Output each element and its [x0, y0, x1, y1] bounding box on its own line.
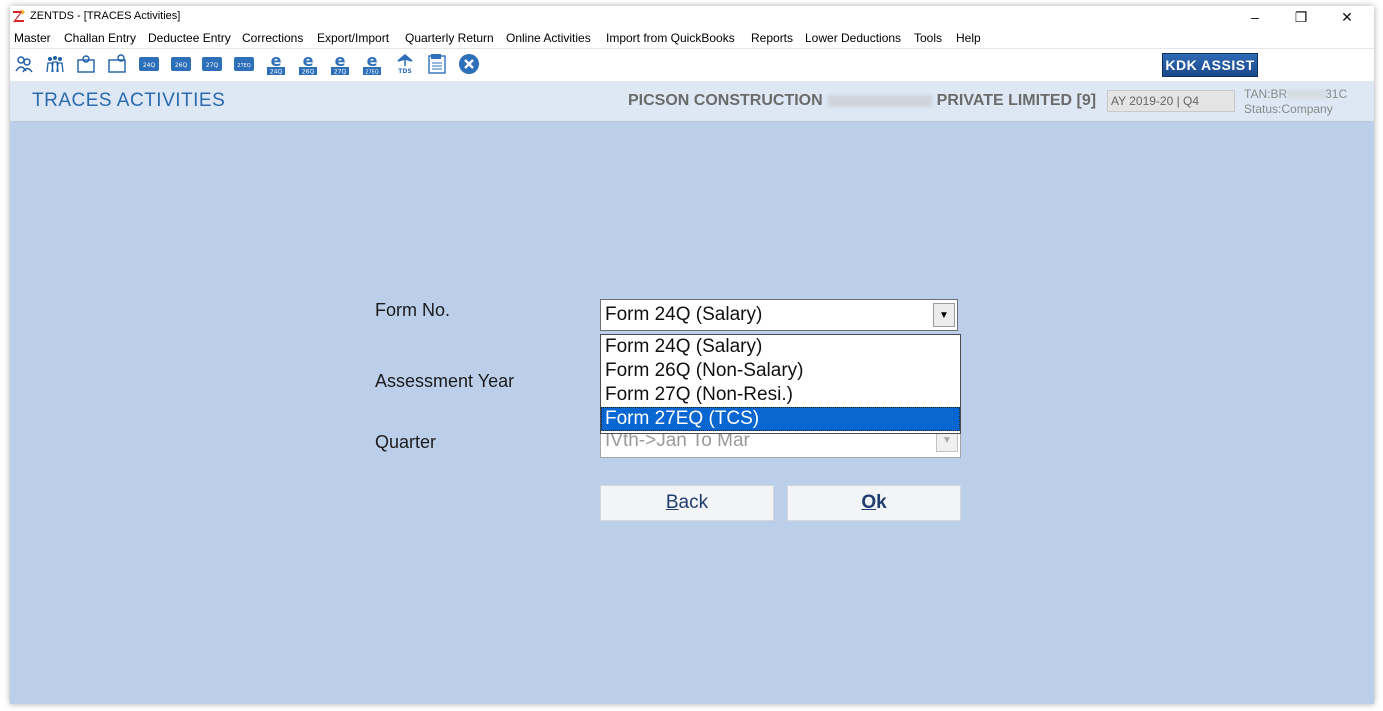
dropdown-option-24q[interactable]: Form 24Q (Salary) [601, 335, 960, 359]
minimize-button[interactable]: – [1232, 6, 1278, 28]
main-content: Form No. Form 24Q (Salary) ▼ Form 24Q (S… [10, 122, 1374, 704]
quarter-label: Quarter [375, 432, 437, 452]
e-26q-icon[interactable]: e 26Q [296, 52, 320, 76]
svg-text:TDS: TDS [398, 68, 411, 75]
back-label: ack [678, 492, 709, 513]
form-27q-icon[interactable]: 27Q [200, 52, 224, 76]
ok-accel-key: O [861, 492, 877, 513]
pdf-report-icon[interactable] [425, 52, 449, 76]
form-no-select[interactable]: Form 24Q (Salary) ▼ [600, 299, 958, 331]
kdk-assist-button[interactable]: KDK ASSIST [1162, 53, 1258, 77]
svg-text:27EQ: 27EQ [237, 63, 251, 69]
users-icon[interactable] [12, 52, 36, 76]
dropdown-option-27q[interactable]: Form 27Q (Non-Resi.) [601, 383, 960, 407]
dropdown-option-26q[interactable]: Form 26Q (Non-Salary) [601, 359, 960, 383]
menu-tools[interactable]: Tools [914, 31, 942, 45]
form-26q-icon[interactable]: 26Q [169, 52, 193, 76]
menu-export-import[interactable]: Export/Import [317, 31, 389, 45]
toolbar: 24Q 26Q 27Q 27EQ e 24Q e 26Q e 27Q e 27EQ TD… [10, 48, 1374, 81]
menu-import-quickbooks[interactable]: Import from QuickBooks [606, 31, 735, 45]
svg-text:24Q: 24Q [143, 62, 156, 69]
e-24q-icon[interactable]: e 24Q [264, 52, 288, 76]
svg-text:27EQ: 27EQ [365, 70, 379, 76]
svg-text:24Q: 24Q [270, 69, 283, 76]
e-27eq-icon[interactable]: e 27EQ [360, 52, 384, 76]
menu-online-activities[interactable]: Online Activities [506, 31, 591, 45]
app-window: ZENTDS - [TRACES Activities] – ❐ ✕ Maste… [10, 6, 1374, 704]
menu-master[interactable]: Master [14, 31, 51, 45]
back-accel-key: B [665, 492, 679, 513]
svg-text:27Q: 27Q [206, 62, 219, 69]
deductor-alt-icon[interactable] [105, 52, 129, 76]
company-name-suffix: PRIVATE LIMITED [9] [936, 92, 1097, 109]
ok-button[interactable]: Ok [787, 485, 961, 521]
menu-lower-deductions[interactable]: Lower Deductions [805, 31, 901, 45]
svg-text:26Q: 26Q [302, 69, 315, 76]
form-no-value: Form 24Q (Salary) [605, 304, 763, 325]
menu-bar: Master Challan Entry Deductee Entry Corr… [10, 28, 1374, 48]
back-button[interactable]: Back [600, 485, 774, 521]
e-27q-icon[interactable]: e 27Q [328, 52, 352, 76]
menu-corrections[interactable]: Corrections [242, 31, 303, 45]
ok-label: k [876, 492, 887, 513]
chevron-down-icon[interactable]: ▼ [933, 303, 955, 327]
restore-button[interactable]: ❐ [1278, 6, 1324, 28]
tds-icon[interactable]: TDS [393, 52, 417, 76]
tan-suffix: 31C [1325, 87, 1348, 101]
close-circle-icon[interactable] [457, 52, 481, 76]
page-title: TRACES ACTIVITIES [32, 90, 226, 111]
deductor-icon[interactable] [74, 52, 98, 76]
menu-challan-entry[interactable]: Challan Entry [64, 31, 136, 45]
window-title: ZENTDS - [TRACES Activities] [30, 10, 181, 22]
ay-quarter-box: AY 2019-20 | Q4 [1107, 90, 1235, 112]
form-27eq-icon[interactable]: 27EQ [232, 52, 256, 76]
menu-help[interactable]: Help [956, 31, 981, 45]
form-24q-icon[interactable]: 24Q [137, 52, 161, 76]
title-bar: ZENTDS - [TRACES Activities] – ❐ ✕ [10, 6, 1374, 28]
close-button[interactable]: ✕ [1324, 6, 1370, 28]
menu-quarterly-return[interactable]: Quarterly Return [405, 31, 494, 45]
form-no-dropdown-list: Form 24Q (Salary) Form 26Q (Non-Salary) … [600, 334, 961, 434]
tan-prefix: TAN:BR [1244, 87, 1288, 101]
company-name-prefix: PICSON CONSTRUCTION [628, 92, 823, 109]
svg-text:27Q: 27Q [334, 69, 347, 76]
menu-reports[interactable]: Reports [751, 31, 793, 45]
form-no-label: Form No. [375, 300, 451, 320]
company-name: PICSON CONSTRUCTION PRIVATE LIMITED [9] [628, 92, 1096, 110]
status-text: Status:Company [1244, 102, 1333, 116]
dropdown-option-27eq[interactable]: Form 27EQ (TCS) [601, 407, 960, 431]
page-header: TRACES ACTIVITIES PICSON CONSTRUCTION PRI… [10, 81, 1374, 122]
assessment-year-label: Assessment Year [375, 371, 515, 391]
group-icon[interactable] [43, 52, 67, 76]
svg-text:26Q: 26Q [175, 62, 188, 69]
app-logo-icon [13, 9, 25, 22]
redacted-text [826, 94, 933, 107]
redacted-tan [1287, 90, 1326, 100]
tan-status: TAN:BR 31C Status:Company [1244, 87, 1347, 117]
menu-deductee-entry[interactable]: Deductee Entry [148, 31, 231, 45]
